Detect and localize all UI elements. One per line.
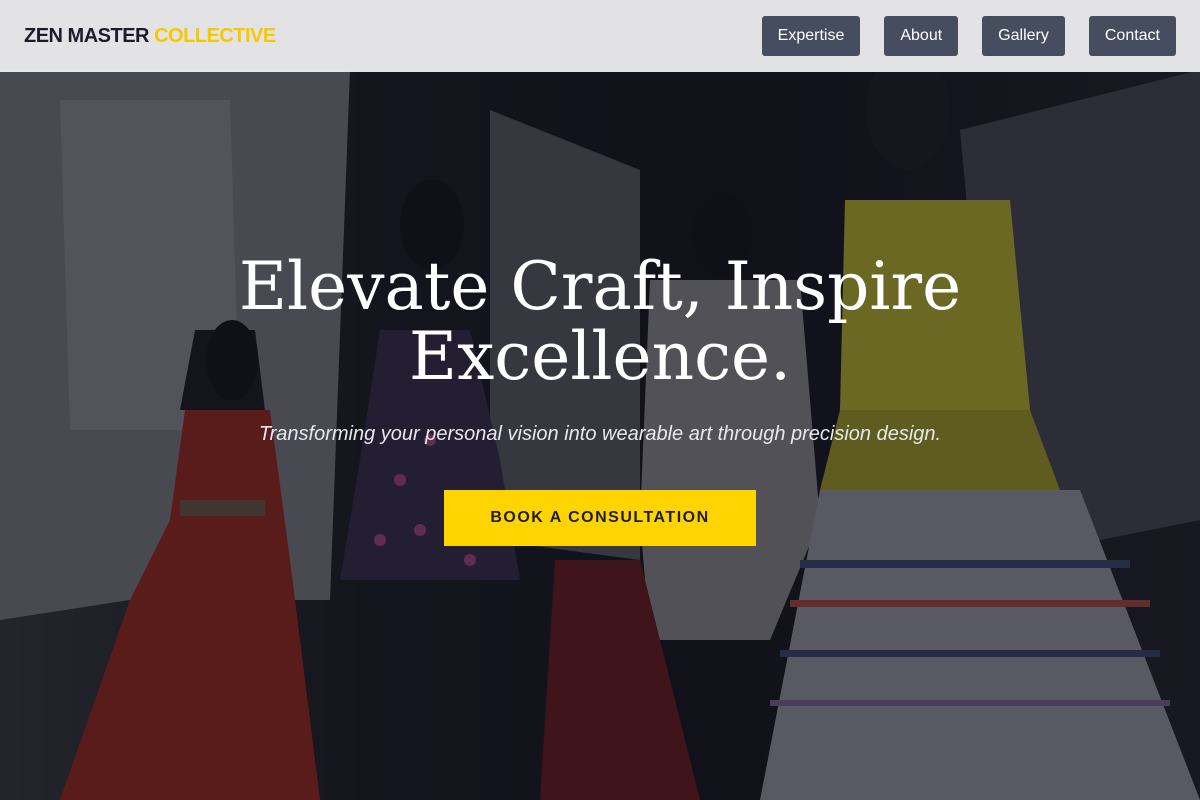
hero-headline: Elevate Craft, Inspire Excellence. <box>0 252 1200 392</box>
nav-expertise-button[interactable]: Expertise <box>761 16 861 56</box>
nav-about-button[interactable]: About <box>884 16 959 56</box>
navbar: ZEN MASTER COLLECTIVE Expertise About Ga… <box>0 0 1200 72</box>
nav-contact-button[interactable]: Contact <box>1088 16 1176 56</box>
hero-copy: Elevate Craft, Inspire Excellence. Trans… <box>0 252 1200 446</box>
hero-headline-line-2: Excellence. <box>408 318 792 395</box>
hero-headline-line-1: Elevate Craft, Inspire <box>238 248 962 325</box>
nav-menu: Expertise About Gallery Contact <box>761 16 1176 56</box>
book-consultation-button[interactable]: BOOK A CONSULTATION <box>444 490 756 546</box>
hero-tagline: Transforming your personal vision into w… <box>258 423 942 445</box>
brand-logo[interactable]: ZEN MASTER COLLECTIVE <box>24 24 276 48</box>
brand-name-primary: ZEN MASTER <box>24 25 150 47</box>
nav-gallery-button[interactable]: Gallery <box>982 16 1065 56</box>
brand-name-accent: COLLECTIVE <box>154 25 276 47</box>
